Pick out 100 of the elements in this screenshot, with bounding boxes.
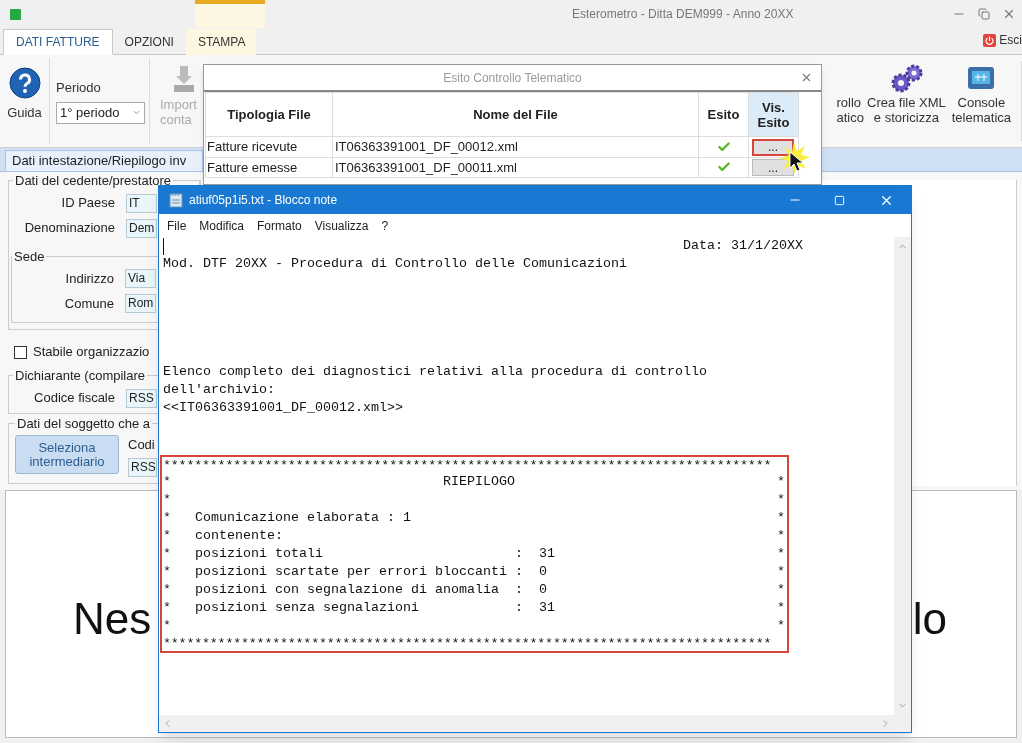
window-title: Esterometro - Ditta DEM999 - Anno 20XX	[572, 6, 794, 23]
input-field[interactable]: RSS	[126, 388, 157, 408]
exit-button[interactable]: Esci	[983, 31, 1022, 49]
asterisk: *	[777, 599, 785, 617]
field-label: Codi	[128, 436, 156, 454]
text-line: posizioni con segnalazione di anomalia	[195, 581, 500, 599]
asterisk-border: ******************************************************************************	[163, 635, 772, 651]
input-field[interactable]: Dem	[126, 218, 157, 238]
colon: :	[515, 599, 523, 617]
asterisk: *	[163, 617, 171, 635]
asterisk: *	[777, 545, 785, 563]
menu-item[interactable]: Formato	[257, 216, 302, 235]
maximize-icon[interactable]	[834, 194, 845, 206]
asterisk: *	[777, 473, 785, 491]
field-label: Comune	[63, 294, 114, 313]
field-label: ID Paese	[60, 194, 115, 213]
help-icon	[8, 67, 41, 99]
text-line: dell'archivio:	[163, 381, 275, 399]
field-label: Codice fiscale	[33, 389, 115, 408]
asterisk: *	[163, 527, 171, 545]
app-icon	[10, 8, 21, 20]
ribbon-button[interactable]: Console telematica	[948, 55, 1014, 125]
menu-item[interactable]: Visualizza	[314, 216, 369, 235]
group-title: Dati del soggetto che a	[16, 414, 151, 433]
asterisk: *	[163, 545, 171, 563]
input-field[interactable]: Via	[125, 269, 156, 288]
check-icon	[716, 139, 731, 154]
input-field[interactable]: Rom	[125, 294, 156, 313]
ribbon-button[interactable]: Crea file XML e storicizza	[864, 55, 949, 125]
select-intermediary-button[interactable]: Seleziona intermediario	[15, 435, 119, 474]
asterisk: *	[163, 491, 171, 509]
menu-item[interactable]: ?	[381, 216, 389, 235]
colon: :	[515, 563, 523, 581]
text-line: Comunicazione elaborata : 1	[195, 509, 411, 527]
checkbox-label: Stabile organizzazio	[33, 343, 150, 362]
menu-item[interactable]: File	[167, 216, 187, 235]
input-field[interactable]: RSS	[128, 457, 157, 477]
text-line: posizioni scartate per errori bloccanti	[195, 563, 508, 581]
group-title: Dichiarante (compilare	[14, 367, 147, 385]
asterisk: *	[777, 563, 785, 581]
column-header: Tipologia File	[205, 92, 333, 137]
field-label: Denominazione	[23, 219, 115, 238]
text-line: posizioni totali	[195, 545, 324, 563]
asterisk: *	[777, 509, 785, 527]
colon: :	[515, 545, 523, 563]
menu-item[interactable]: Modifica	[199, 216, 245, 235]
table-cell: IT06363391001_DF_00011.xml	[332, 157, 699, 178]
ribbon-button[interactable]: rollo atico	[836, 55, 864, 125]
notepad-icon	[169, 192, 183, 208]
table-cell: Fatture emesse	[205, 157, 333, 178]
ribbon-tab[interactable]: OPZIONI	[112, 29, 186, 55]
help-button[interactable]: Guida	[0, 58, 50, 144]
ribbon-tab[interactable]: STAMPA	[185, 29, 256, 55]
value: 31	[539, 545, 555, 563]
caret-icon	[132, 108, 141, 117]
column-header: Vis. Esito	[748, 92, 799, 137]
colon: :	[515, 581, 523, 599]
text-line: <<IT06363391001_DF_00012.xml>>	[163, 399, 403, 417]
window-title: atiuf05p1i5.txt - Blocco note	[189, 192, 338, 209]
power-icon	[983, 33, 997, 47]
horizontal-scrollbar[interactable]	[159, 715, 894, 732]
field-label: Indirizzo	[64, 269, 114, 288]
text-cursor	[163, 237, 164, 255]
close-icon[interactable]	[800, 71, 813, 84]
asterisk: *	[163, 599, 171, 617]
asterisk: *	[777, 617, 785, 635]
asterisk: *	[163, 473, 171, 491]
input-field[interactable]: IT	[126, 193, 157, 213]
view-result-button[interactable]: ...	[752, 159, 794, 176]
close-icon[interactable]	[1002, 7, 1016, 21]
asterisk: *	[163, 563, 171, 581]
vertical-scrollbar[interactable]	[894, 237, 911, 715]
column-header: Nome del File	[332, 92, 699, 137]
asterisk: *	[163, 509, 171, 527]
empty-message: Nes	[73, 593, 152, 645]
asterisk: *	[163, 581, 171, 599]
text-line: Elenco completo dei diagnostici relativi alla procedura di controllo	[163, 363, 707, 381]
table-cell: IT06363391001_DF_00012.xml	[332, 136, 699, 157]
asterisk-border: ******************************************************************************	[163, 457, 772, 473]
value: 0	[539, 581, 547, 599]
dialog-title: Esito Controllo Telematico	[443, 69, 582, 87]
column-header: Esito	[698, 92, 749, 137]
text-line: Mod. DTF 20XX - Procedura di Controllo delle Comunicazioni	[163, 255, 627, 273]
period-select[interactable]: 1° periodo	[56, 101, 145, 124]
value: 0	[539, 563, 547, 581]
asterisk: *	[777, 527, 785, 545]
text-line: RIEPILOGO	[443, 473, 515, 491]
ribbon-tab[interactable]: DATI FATTURE	[3, 29, 113, 55]
empty-message: lo	[912, 593, 947, 645]
period-label: Periodo	[56, 79, 102, 97]
asterisk: *	[777, 491, 785, 509]
text-line: Data: 31/1/20XX	[683, 237, 803, 255]
text-line: contenente:	[195, 527, 283, 545]
import-icon	[174, 65, 194, 93]
asterisk: *	[777, 581, 785, 599]
checkbox[interactable]	[14, 345, 27, 359]
gears-icon	[889, 64, 924, 94]
restore-icon[interactable]	[978, 8, 990, 20]
section-tab[interactable]: Dati intestazione/Riepilogo inv	[5, 150, 203, 171]
view-result-button[interactable]: ...	[752, 138, 794, 156]
